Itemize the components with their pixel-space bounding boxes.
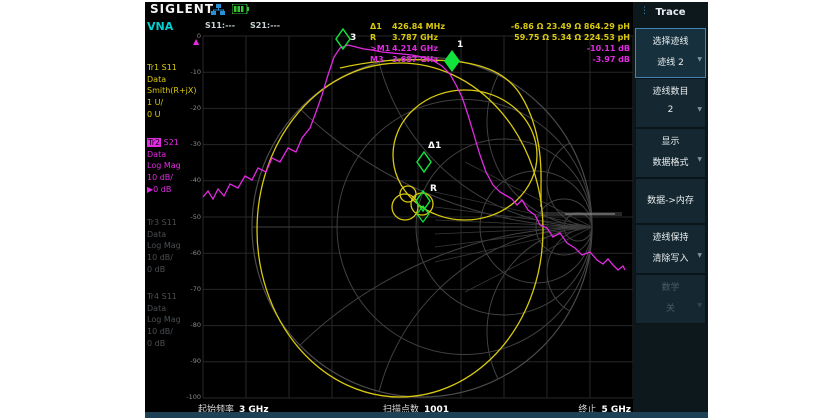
chevron-down-icon[interactable]: ▼ xyxy=(697,56,702,63)
db-tick: -80 xyxy=(171,321,201,329)
screenshot-canvas: SIGLENT VNA Tr1 S11 Data Smith(R+jX) 1 U… xyxy=(0,0,840,420)
marker-readout-row: R 3.787 GHz 59.75 Ω 5.34 Ω 224.53 pH xyxy=(370,33,630,43)
db-tick: -10 xyxy=(171,68,201,76)
db-tick: -60 xyxy=(171,249,201,257)
db-tick: -20 xyxy=(171,104,201,112)
app-title: VNA xyxy=(147,20,173,33)
marker-r-label: R xyxy=(430,184,437,194)
menu-title: Trace xyxy=(633,7,708,18)
db-tick: -100 xyxy=(171,393,201,401)
trace-s11-smith xyxy=(257,60,543,397)
menu-math: 数学 关 ▼ xyxy=(635,274,706,324)
menu-select-trace[interactable]: 选择迹线 迹线 2 ▼ xyxy=(635,28,706,78)
lan-icon xyxy=(211,4,225,15)
trace2-active-badge: Tr2 xyxy=(147,138,161,147)
marker-delta1-label: Δ1 xyxy=(428,141,441,151)
marker-readout-row: M3 3.687 GHz -3.97 dB xyxy=(370,55,630,65)
menu-trace-hold[interactable]: 迹线保持 清除写入 ▼ xyxy=(635,224,706,274)
trace3-info[interactable]: Tr3 S11 Data Log Mag 10 dB/ 0 dB xyxy=(147,217,181,276)
brand-logo: SIGLENT xyxy=(150,2,214,16)
s11-status[interactable]: S11:--- xyxy=(205,21,235,30)
trace-menu-panel: ⋮ Trace 选择迹线 迹线 2 ▼ 迹线数目 2 ▼ 显示 数据格式 ▼ 数… xyxy=(633,2,708,412)
db-tick: -70 xyxy=(171,285,201,293)
chevron-down-icon[interactable]: ▼ xyxy=(697,156,702,163)
marker-1-label: 1 xyxy=(457,40,463,50)
marker-3-diamond xyxy=(336,29,350,49)
s21-status[interactable]: S21:--- xyxy=(250,21,280,30)
chevron-down-icon[interactable]: ▼ xyxy=(697,106,702,113)
db-tick: -40 xyxy=(171,176,201,184)
db-tick: -30 xyxy=(171,140,201,148)
marker-readout-row: Δ1 426.84 MHz -6.86 Ω 23.49 Ω 864.29 pH xyxy=(370,22,630,32)
chevron-down-icon: ▼ xyxy=(697,302,702,309)
bottom-status-strip xyxy=(145,412,708,418)
menu-data-to-memory[interactable]: 数据->内存 xyxy=(635,178,706,224)
db-tick: 0 xyxy=(171,32,201,40)
marker-readout-row: >M1 4.214 GHz -10.11 dB xyxy=(370,44,630,54)
vna-screen: SIGLENT VNA Tr1 S11 Data Smith(R+jX) 1 U… xyxy=(145,2,708,418)
db-tick: -50 xyxy=(171,213,201,221)
marker-3-label: 3 xyxy=(350,33,356,43)
battery-icon xyxy=(232,4,249,14)
menu-display-format[interactable]: 显示 数据格式 ▼ xyxy=(635,128,706,178)
menu-trace-count[interactable]: 迹线数目 2 ▼ xyxy=(635,78,706,128)
chevron-down-icon[interactable]: ▼ xyxy=(697,252,702,259)
db-tick: -90 xyxy=(171,357,201,365)
